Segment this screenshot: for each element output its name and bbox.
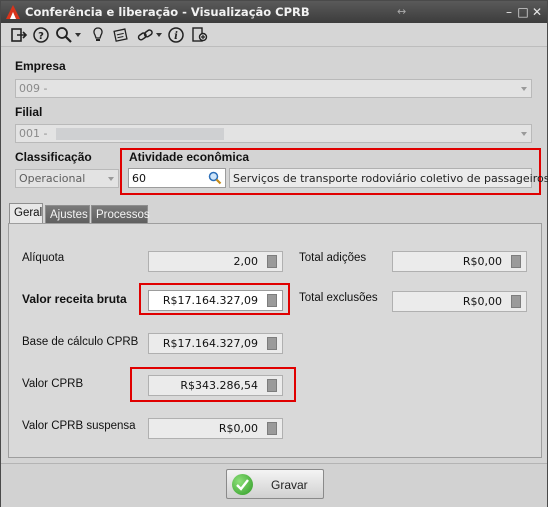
atividade-code-value: 60 xyxy=(132,172,146,185)
link-icon[interactable] xyxy=(136,26,154,44)
classificacao-value: Operacional xyxy=(19,172,86,185)
aliquota-field: 2,00 xyxy=(148,251,283,272)
calculator-icon[interactable] xyxy=(267,255,277,268)
suspensa-label: Valor CPRB suspensa xyxy=(22,420,136,432)
title-bar[interactable]: Conferência e liberação - Visualização C… xyxy=(1,1,547,23)
exclusoes-value: R$0,00 xyxy=(462,295,502,308)
base-field: R$17.164.327,09 xyxy=(148,333,283,354)
footer-bar: Gravar xyxy=(1,463,547,507)
redacted-filial-name xyxy=(56,128,224,140)
save-button[interactable]: Gravar xyxy=(226,469,324,499)
tab-processos[interactable]: Processos xyxy=(91,205,150,224)
search-icon[interactable] xyxy=(208,171,222,185)
empresa-select[interactable]: 009 - xyxy=(15,79,532,98)
adicoes-label: Total adições xyxy=(299,252,367,264)
base-value: R$17.164.327,09 xyxy=(162,337,258,350)
main-window: Conferência e liberação - Visualização C… xyxy=(0,0,548,507)
exit-icon[interactable] xyxy=(10,26,28,44)
suspensa-field: R$0,00 xyxy=(148,418,283,439)
window-title: Conferência e liberação - Visualização C… xyxy=(25,5,310,19)
chevron-down-icon xyxy=(521,87,527,91)
attach-icon[interactable] xyxy=(190,26,208,44)
cprb-label: Valor CPRB xyxy=(22,378,84,390)
filial-value: 001 - xyxy=(19,127,48,140)
chevron-down-icon xyxy=(521,132,527,136)
aliquota-label: Alíquota xyxy=(22,252,65,264)
cprb-field: R$343.286,54 xyxy=(148,375,283,396)
cprb-value: R$343.286,54 xyxy=(180,379,258,392)
empresa-label: Empresa xyxy=(15,59,66,73)
chevron-down-icon xyxy=(108,177,114,181)
close-button[interactable]: ✕ xyxy=(529,4,545,20)
atividade-description-value: Serviços de transporte rodoviário coleti… xyxy=(233,172,548,185)
calculator-icon[interactable] xyxy=(267,337,277,350)
help-icon[interactable]: ? xyxy=(32,26,50,44)
search-dropdown-icon[interactable] xyxy=(75,33,81,37)
notes-icon[interactable] xyxy=(112,26,130,44)
resize-handle-icon[interactable]: ↔ xyxy=(397,5,406,18)
base-label: Base de cálculo CPRB xyxy=(22,336,139,348)
receita-value: R$17.164.327,09 xyxy=(162,294,258,307)
classificacao-label: Classificação xyxy=(15,150,92,164)
tab-ajustes[interactable]: Ajustes xyxy=(45,205,90,224)
calculator-icon[interactable] xyxy=(267,294,277,307)
atividade-label: Atividade econômica xyxy=(129,150,250,164)
receita-label: Valor receita bruta xyxy=(22,292,127,306)
filial-select[interactable]: 001 - xyxy=(15,124,532,143)
adicoes-value: R$0,00 xyxy=(462,255,502,268)
adicoes-field: R$0,00 xyxy=(392,251,527,272)
save-button-label: Gravar xyxy=(271,478,308,492)
calculator-icon[interactable] xyxy=(267,379,277,392)
empresa-value: 009 - xyxy=(19,82,48,95)
aliquota-value: 2,00 xyxy=(233,255,259,268)
atividade-description-field: Serviços de transporte rodoviário coleti… xyxy=(229,168,548,188)
exclusoes-field: R$0,00 xyxy=(392,291,527,312)
suspensa-value: R$0,00 xyxy=(218,422,258,435)
atividade-code-input[interactable]: 60 xyxy=(128,168,226,188)
link-dropdown-icon[interactable] xyxy=(156,33,162,37)
classificacao-select[interactable]: Operacional xyxy=(15,169,119,188)
toolbar: ? i xyxy=(1,23,547,47)
exclusoes-label: Total exclusões xyxy=(299,292,378,304)
calculator-icon[interactable] xyxy=(511,295,521,308)
receita-input[interactable]: R$17.164.327,09 xyxy=(148,290,283,311)
info-icon[interactable]: i xyxy=(167,26,185,44)
tab-geral[interactable]: Geral xyxy=(9,203,43,224)
calculator-icon[interactable] xyxy=(267,422,277,435)
tip-icon[interactable] xyxy=(89,26,107,44)
svg-text:i: i xyxy=(174,31,178,42)
search-icon[interactable] xyxy=(55,26,73,44)
svg-text:?: ? xyxy=(38,31,44,42)
checkmark-icon xyxy=(232,474,253,495)
app-logo-icon xyxy=(6,5,20,19)
filial-label: Filial xyxy=(15,105,43,119)
calculator-icon[interactable] xyxy=(511,255,521,268)
